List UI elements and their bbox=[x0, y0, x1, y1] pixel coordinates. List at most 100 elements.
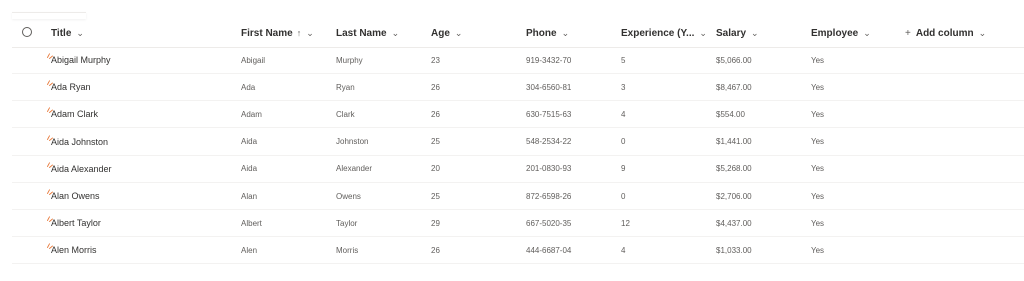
tooltip-edge bbox=[12, 12, 86, 19]
cell-last-name: Ryan bbox=[336, 82, 355, 92]
table-row[interactable]: Alan Owens Alan Owens 25 872-6598-26 0 $2,706.… bbox=[12, 183, 1024, 210]
cell-employee: Yes bbox=[811, 109, 825, 119]
cell-age: 26 bbox=[431, 82, 440, 92]
cell-last-name: Alexander bbox=[336, 164, 373, 174]
column-header-experience[interactable]: Experience (Y... ⌄ bbox=[621, 19, 707, 47]
cell-title[interactable]: Ada Ryan bbox=[51, 74, 91, 100]
column-header-label: Experience (Y... bbox=[621, 27, 695, 39]
cell-title[interactable]: Alen Morris bbox=[51, 237, 97, 263]
cell-experience: 5 bbox=[621, 55, 626, 65]
cell-salary: $1,441.00 bbox=[716, 137, 752, 147]
cell-employee: Yes bbox=[811, 164, 825, 174]
cell-phone: 201-0830-93 bbox=[526, 164, 572, 174]
cell-title[interactable]: Alan Owens bbox=[51, 183, 100, 209]
table-row[interactable]: Adam Clark Adam Clark 26 630-7515-63 4 $554.00… bbox=[12, 101, 1024, 129]
cell-phone: 444-6687-04 bbox=[526, 245, 572, 255]
cell-age: 26 bbox=[431, 109, 440, 119]
cell-last-name: Johnston bbox=[336, 137, 369, 147]
column-header-employee[interactable]: Employee ⌄ bbox=[811, 19, 871, 47]
cell-salary: $1,033.00 bbox=[716, 245, 752, 255]
cell-last-name: Owens bbox=[336, 191, 361, 201]
cell-age: 26 bbox=[431, 245, 440, 255]
cell-age: 25 bbox=[431, 137, 440, 147]
chevron-down-icon: ⌄ bbox=[978, 27, 987, 38]
cell-employee: Yes bbox=[811, 137, 825, 147]
list-view: Title ⌄ First Name ↑ ⌄ Last Name ⌄ Age ⌄… bbox=[0, 0, 1024, 281]
table-row[interactable]: Albert Taylor Albert Taylor 29 667-5020-35 12… bbox=[12, 210, 1024, 238]
cell-age: 29 bbox=[431, 218, 440, 228]
cell-experience: 12 bbox=[621, 218, 630, 228]
cell-title[interactable]: Albert Taylor bbox=[51, 210, 101, 236]
chevron-down-icon: ⌄ bbox=[391, 27, 400, 38]
cell-first-name: Alan bbox=[241, 191, 258, 201]
cell-employee: Yes bbox=[811, 55, 825, 65]
cell-experience: 4 bbox=[621, 109, 626, 119]
cell-first-name: Aida bbox=[241, 164, 258, 174]
cell-age: 23 bbox=[431, 55, 440, 65]
cell-title[interactable]: Adam Clark bbox=[51, 101, 98, 127]
cell-salary: $4,437.00 bbox=[716, 218, 752, 228]
sort-ascending-icon: ↑ bbox=[296, 28, 302, 38]
column-header-salary[interactable]: Salary ⌄ bbox=[716, 19, 759, 47]
table-row[interactable]: Alen Morris Alen Morris 26 444-6687-04 4 $1,03… bbox=[12, 237, 1024, 265]
cell-first-name: Albert bbox=[241, 218, 262, 228]
cell-last-name: Morris bbox=[336, 245, 359, 255]
cell-employee: Yes bbox=[811, 218, 825, 228]
cell-phone: 548-2534-22 bbox=[526, 137, 572, 147]
chevron-down-icon: ⌄ bbox=[454, 27, 463, 38]
cell-salary: $554.00 bbox=[716, 109, 745, 119]
cell-title[interactable]: Aida Johnston bbox=[51, 129, 108, 155]
column-header-first-name[interactable]: First Name ↑ ⌄ bbox=[241, 19, 314, 47]
table-row[interactable]: Abigail Murphy Abigail Murphy 23 919-3432-70… bbox=[12, 47, 1024, 74]
cell-age: 20 bbox=[431, 164, 440, 174]
column-header-label: Employee bbox=[811, 27, 859, 39]
table-row[interactable]: Aida Johnston Aida Johnston 25 548-2534-22 0 $… bbox=[12, 129, 1024, 156]
plus-icon: + bbox=[905, 27, 911, 39]
cell-phone: 667-5020-35 bbox=[526, 218, 572, 228]
chevron-down-icon: ⌄ bbox=[863, 27, 871, 38]
table-row[interactable]: Aida Alexander Aida Alexander 20 201-0830-93… bbox=[12, 156, 1024, 183]
cell-first-name: Aida bbox=[241, 137, 258, 147]
column-header-last-name[interactable]: Last Name ⌄ bbox=[336, 19, 399, 47]
cell-last-name: Taylor bbox=[336, 218, 358, 228]
select-all-checkbox[interactable] bbox=[22, 27, 32, 37]
column-header-row: Title ⌄ First Name ↑ ⌄ Last Name ⌄ Age ⌄… bbox=[12, 19, 1024, 48]
cell-phone: 630-7515-63 bbox=[526, 109, 572, 119]
cell-age: 25 bbox=[431, 191, 440, 201]
cell-employee: Yes bbox=[811, 245, 825, 255]
cell-title[interactable]: Abigail Murphy bbox=[51, 47, 111, 73]
cell-last-name: Murphy bbox=[336, 55, 363, 65]
column-header-label: Title bbox=[51, 27, 72, 39]
add-column-label: Add column bbox=[915, 27, 974, 39]
cell-salary: $5,268.00 bbox=[716, 164, 752, 174]
column-header-age[interactable]: Age ⌄ bbox=[431, 19, 462, 47]
cell-phone: 872-6598-26 bbox=[526, 191, 572, 201]
column-header-title[interactable]: Title ⌄ bbox=[51, 19, 84, 47]
table-row[interactable]: Ada Ryan Ada Ryan 26 304-6560-81 3 $8,467.00 Ye… bbox=[12, 74, 1024, 102]
cell-employee: Yes bbox=[811, 82, 825, 92]
cell-experience: 9 bbox=[621, 164, 626, 174]
cell-experience: 4 bbox=[621, 245, 626, 255]
column-header-label: Phone bbox=[526, 27, 557, 39]
cell-last-name: Clark bbox=[336, 109, 355, 119]
cell-salary: $5,066.00 bbox=[716, 55, 752, 65]
cell-first-name: Abigail bbox=[241, 55, 266, 65]
cell-experience: 3 bbox=[621, 82, 626, 92]
cell-first-name: Ada bbox=[241, 82, 256, 92]
chevron-down-icon: ⌄ bbox=[561, 27, 570, 38]
column-header-phone[interactable]: Phone ⌄ bbox=[526, 19, 569, 47]
chevron-down-icon: ⌄ bbox=[699, 27, 707, 38]
cell-phone: 304-6560-81 bbox=[526, 82, 572, 92]
cell-first-name: Adam bbox=[241, 109, 262, 119]
chevron-down-icon: ⌄ bbox=[76, 27, 84, 38]
cell-experience: 0 bbox=[621, 137, 626, 147]
cell-phone: 919-3432-70 bbox=[526, 55, 572, 65]
cell-experience: 0 bbox=[621, 191, 626, 201]
cell-employee: Yes bbox=[811, 191, 825, 201]
add-column-button[interactable]: + Add column ⌄ bbox=[905, 19, 986, 47]
cell-salary: $2,706.00 bbox=[716, 191, 752, 201]
column-header-label: Salary bbox=[716, 27, 747, 39]
cell-title[interactable]: Aida Alexander bbox=[51, 156, 112, 182]
column-header-label: First Name bbox=[241, 27, 293, 39]
cell-first-name: Alen bbox=[241, 245, 258, 255]
